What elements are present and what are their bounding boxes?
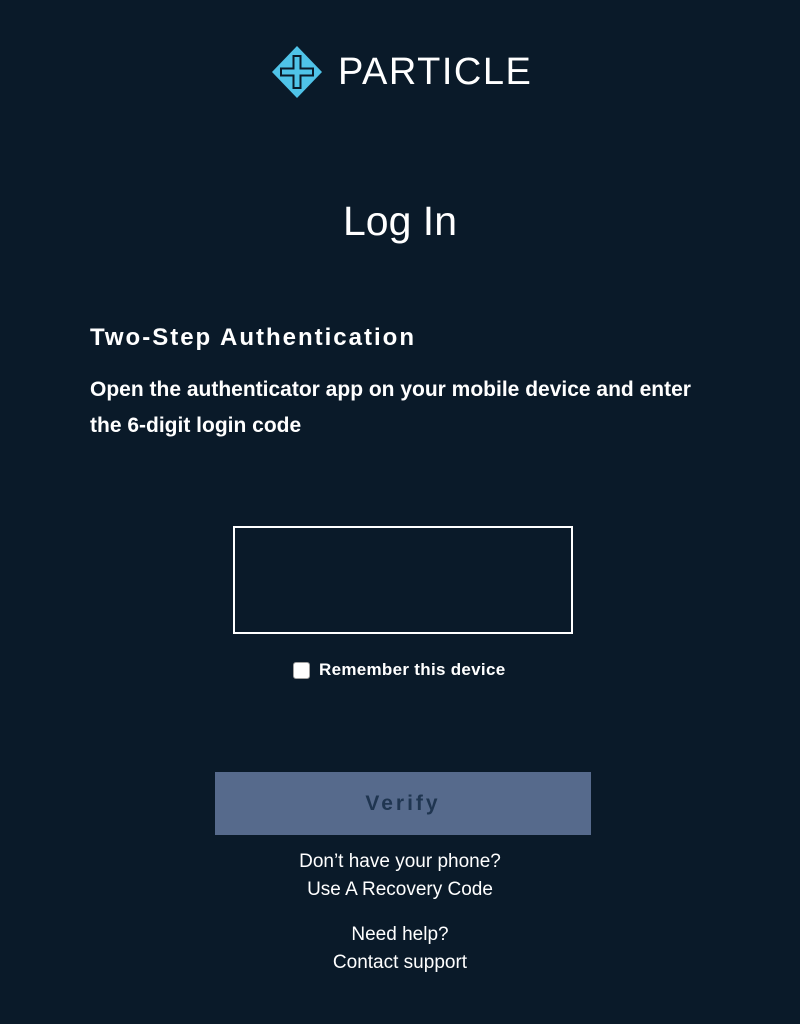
remember-device-row[interactable]: Remember this device (293, 660, 505, 680)
login-page: PARTICLE Log In Two-Step Authentication … (0, 0, 800, 1024)
page-title: Log In (343, 198, 457, 244)
remember-device-label[interactable]: Remember this device (319, 660, 505, 680)
two-step-instructions: Open the authenticator app on your mobil… (90, 378, 691, 437)
recovery-code-link[interactable]: Use A Recovery Code (307, 879, 493, 900)
verification-code-input[interactable] (233, 526, 573, 634)
two-step-heading: Two-Step Authentication (90, 324, 416, 351)
particle-logo-icon (272, 46, 322, 98)
contact-support-link[interactable]: Contact support (333, 952, 467, 973)
recovery-section: Don’t have your phone? Use A Recovery Co… (0, 848, 800, 904)
brand-header: PARTICLE (272, 46, 532, 98)
brand-name: PARTICLE (338, 51, 533, 93)
support-prompt: Need help? (351, 924, 449, 945)
support-section: Need help? Contact support (0, 921, 800, 977)
remember-device-checkbox[interactable] (293, 661, 310, 679)
verify-button[interactable]: Verify (215, 772, 591, 835)
recovery-prompt: Don’t have your phone? (299, 851, 501, 872)
